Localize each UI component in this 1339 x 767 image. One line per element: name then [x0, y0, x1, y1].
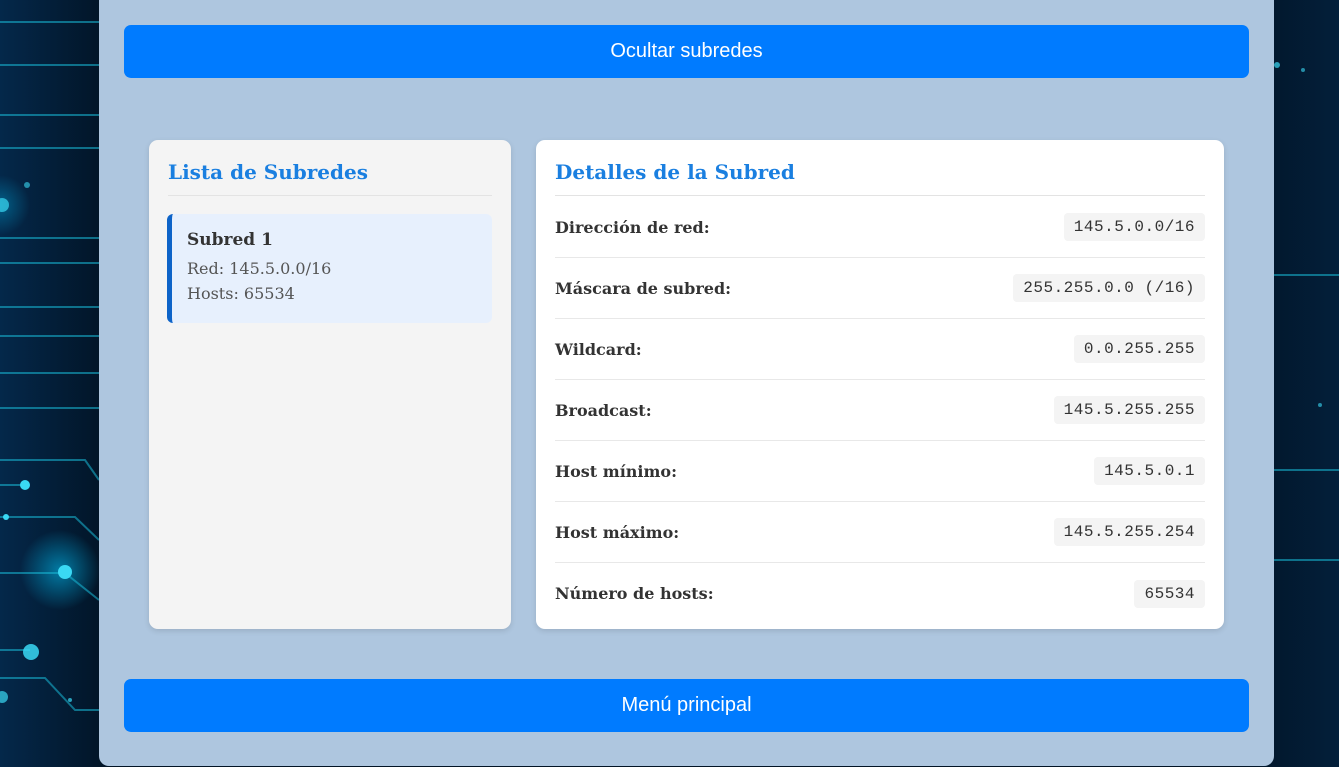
- detail-label: Broadcast:: [555, 400, 652, 420]
- detail-value: 255.255.0.0 (/16): [1013, 274, 1205, 302]
- detail-value: 65534: [1134, 579, 1205, 608]
- detail-label: Host mínimo:: [555, 461, 677, 481]
- detail-row-host-min: Host mínimo: 145.5.0.1: [555, 441, 1205, 502]
- detail-row-subnet-mask: Máscara de subred: 255.255.0.0 (/16): [555, 258, 1205, 319]
- detail-label: Dirección de red:: [555, 217, 710, 237]
- detail-label: Wildcard:: [555, 339, 642, 359]
- subnet-details-title: Detalles de la Subred: [555, 140, 1205, 196]
- detail-row-broadcast: Broadcast: 145.5.255.255: [555, 380, 1205, 441]
- detail-value: 145.5.255.254: [1053, 518, 1205, 546]
- detail-row-host-max: Host máximo: 145.5.255.254: [555, 502, 1205, 563]
- detail-value: 145.5.0.1: [1094, 457, 1205, 485]
- main-menu-button[interactable]: Menú principal: [124, 679, 1249, 732]
- subnet-item-name: Subred 1: [187, 230, 273, 250]
- subnet-item-network: Red: 145.5.0.0/16: [187, 259, 332, 278]
- hide-subnets-button[interactable]: Ocultar subredes: [124, 25, 1249, 78]
- subnet-list-title: Lista de Subredes: [168, 140, 492, 196]
- detail-row-wildcard: Wildcard: 0.0.255.255: [555, 319, 1205, 380]
- detail-row-network-address: Dirección de red: 145.5.0.0/16: [555, 197, 1205, 258]
- detail-label: Máscara de subred:: [555, 278, 732, 298]
- detail-value: 145.5.255.255: [1053, 396, 1205, 424]
- subnet-list-item-1[interactable]: Subred 1 Red: 145.5.0.0/16 Hosts: 65534: [167, 214, 492, 323]
- detail-label: Host máximo:: [555, 522, 680, 542]
- detail-value: 145.5.0.0/16: [1063, 213, 1205, 241]
- subnet-item-hosts: Hosts: 65534: [187, 284, 295, 303]
- subnet-details-card: Detalles de la Subred Dirección de red: …: [536, 140, 1224, 629]
- detail-row-host-count: Número de hosts: 65534: [555, 563, 1205, 624]
- detail-label: Número de hosts:: [555, 584, 714, 603]
- detail-value: 0.0.255.255: [1073, 335, 1205, 363]
- subnet-list-card: Lista de Subredes Subred 1 Red: 145.5.0.…: [149, 140, 511, 629]
